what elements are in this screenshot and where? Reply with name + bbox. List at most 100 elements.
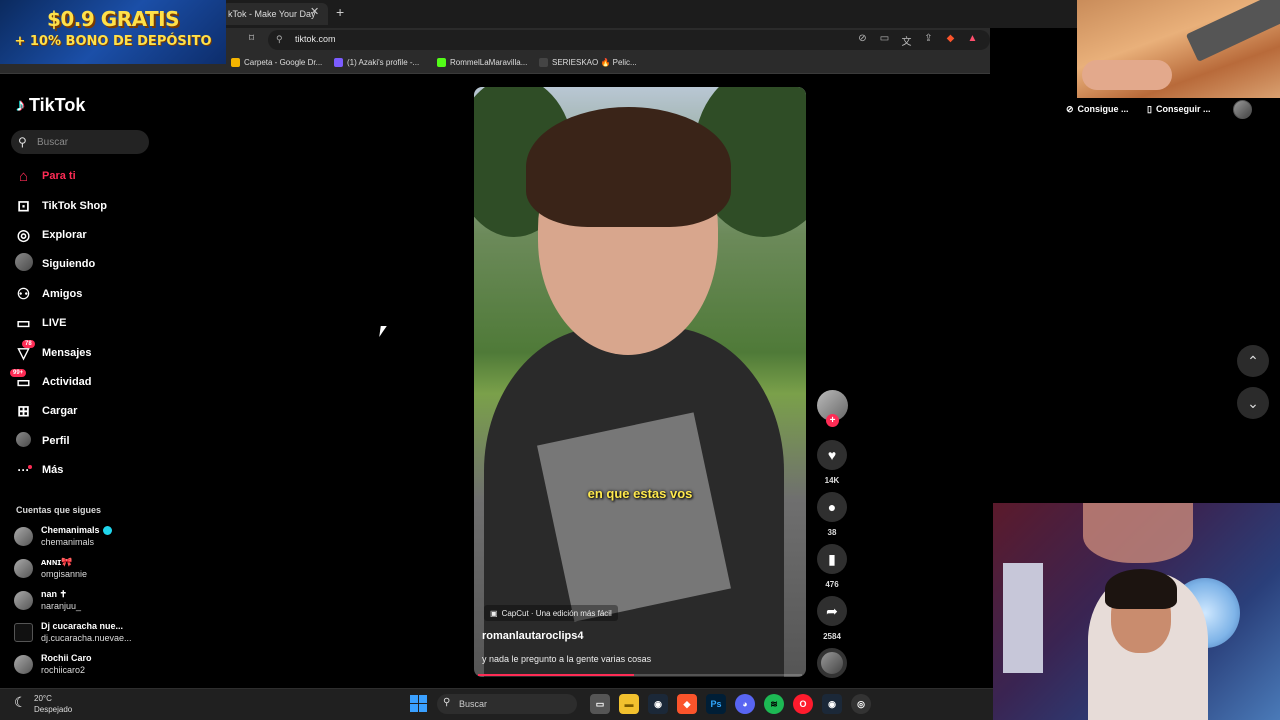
site-info-icon[interactable]: ⚲: [276, 34, 283, 45]
bookmark-item[interactable]: Carpeta - Google Dr...: [231, 58, 322, 67]
sidebar-item-cargar[interactable]: ⊞ Cargar: [14, 399, 154, 423]
sidebar-item-explorar[interactable]: ◎ Explorar: [14, 223, 154, 247]
mouse-cursor: [379, 326, 387, 337]
bookmark-favicon: [231, 58, 240, 67]
home-icon: ⌂: [18, 167, 29, 185]
obs-icon[interactable]: ◎: [851, 694, 871, 714]
task-view-icon[interactable]: ▭: [590, 694, 610, 714]
share-button[interactable]: ➦: [817, 596, 847, 626]
compass-icon: ◎: [16, 227, 31, 244]
following-account[interactable]: Chemanimals chemanimals: [14, 525, 154, 551]
previous-video-button[interactable]: ⌃: [1237, 345, 1269, 377]
file-explorer-icon[interactable]: ▬: [619, 694, 639, 714]
phone-icon: ▯: [1147, 103, 1152, 114]
brave-shield-icon[interactable]: ◆: [944, 33, 957, 48]
following-heading: Cuentas que sigues: [16, 505, 102, 515]
spotify-icon[interactable]: ≋: [764, 694, 784, 714]
sidebar-item-siguiendo[interactable]: Siguiendo: [14, 252, 154, 276]
bookmark-item[interactable]: SERIESKAO 🔥 Pelic...: [539, 58, 637, 67]
comment-button[interactable]: ●: [817, 492, 847, 522]
weather-desc[interactable]: Despejado: [34, 705, 72, 714]
shop-icon: ⊡: [17, 198, 30, 215]
get-app-button[interactable]: ▯ Conseguir ...: [1141, 98, 1216, 120]
more-icon: ···: [14, 463, 33, 477]
taskbar-search[interactable]: [437, 694, 577, 714]
brave-rewards-icon[interactable]: ▲: [966, 33, 979, 48]
video-description: y nada le pregunto a la gente varias cos…: [482, 654, 652, 664]
start-button[interactable]: [410, 695, 427, 712]
overlay-camera-top: [1077, 0, 1280, 98]
taskbar-apps: ▭ ▬ ◉ ◆ Ps ◕ ≋ O ◉ ◎: [590, 694, 871, 714]
share-icon[interactable]: ⇪: [922, 33, 935, 48]
capcut-icon: ▣: [490, 608, 498, 618]
promo-line-2: + 10% BONO DE DEPÓSITO: [14, 34, 212, 49]
search-icon: ⚲: [443, 697, 451, 708]
video-progress-bar[interactable]: [478, 674, 802, 676]
avatar: [14, 655, 33, 674]
verified-icon: [102, 526, 112, 536]
coin-icon: ⊘: [1066, 103, 1074, 114]
cast-icon[interactable]: ▭: [878, 33, 891, 48]
sidebar-item-tiktok-shop[interactable]: ⊡ TikTok Shop: [14, 194, 154, 218]
video-progress-fill: [478, 674, 634, 676]
video-player[interactable]: [474, 87, 806, 677]
weather-temp[interactable]: 20°C: [34, 694, 52, 703]
save-button[interactable]: ▮: [817, 544, 847, 574]
heart-icon: ♥: [827, 447, 837, 463]
bookmark-favicon: [334, 58, 343, 67]
next-video-button[interactable]: ⌄: [1237, 387, 1269, 419]
sidebar-item-actividad[interactable]: ▭ 99+ Actividad: [10, 369, 154, 394]
tab-close-icon[interactable]: ✕: [310, 5, 319, 18]
capcut-tag[interactable]: ▣ CapCut · Una edición más fácil: [484, 605, 618, 621]
messages-badge: 78: [22, 340, 35, 348]
bookmark-item[interactable]: (1) Azaki's profile -...: [334, 58, 419, 67]
sidebar-item-amigos[interactable]: ⚇ Amigos: [14, 282, 154, 306]
comment-count: 38: [827, 528, 837, 537]
search-input[interactable]: [11, 130, 149, 154]
chevron-up-icon: ⌃: [1247, 353, 1259, 369]
following-account[interactable]: Dj cucaracha nue... dj.cucaracha.nuevae.…: [14, 621, 154, 647]
user-avatar[interactable]: [1233, 100, 1252, 119]
sidebar-item-perfil[interactable]: Perfil: [14, 429, 154, 453]
logo-text: TikTok: [29, 95, 86, 115]
music-disc[interactable]: [817, 648, 847, 678]
sidebar-item-mensajes[interactable]: ▽ 78 Mensajes: [14, 340, 154, 365]
avatar: [14, 623, 33, 642]
discord-icon[interactable]: ◕: [735, 694, 755, 714]
tiktok-logo[interactable]: ♪ TikTok: [16, 95, 85, 116]
comment-icon: ●: [827, 499, 837, 515]
activity-icon: ▭ 99+: [10, 369, 33, 391]
url-text[interactable]: tiktok.com: [295, 34, 336, 44]
following-account[interactable]: nan ✝ naranjuu_: [14, 589, 154, 615]
bookmark-icon[interactable]: ⌑: [249, 33, 254, 44]
like-button[interactable]: ♥: [817, 440, 847, 470]
avatar: [14, 591, 33, 610]
photoshop-icon[interactable]: Ps: [706, 694, 726, 714]
reader-icon[interactable]: ⊘: [856, 33, 869, 48]
sidebar-item-para-ti[interactable]: ⌂ Para ti: [14, 164, 154, 188]
translate-icon[interactable]: 文: [900, 33, 913, 48]
sidebar-item-mas[interactable]: ··· Más: [14, 458, 154, 482]
follow-plus-icon[interactable]: +: [826, 414, 839, 427]
omnibox-actions: ⊘ ▭ 文 ⇪ ◆ ▲: [856, 33, 979, 48]
bookmark-item[interactable]: RommelLaMaravilla...: [437, 58, 527, 67]
profile-avatar: [16, 431, 31, 447]
get-coins-button[interactable]: ⊘ Consigue ...: [1060, 98, 1135, 120]
sidebar-item-live[interactable]: ▭ LIVE: [14, 311, 154, 335]
video-caption: en que estas vos: [587, 486, 693, 501]
share-count: 2584: [823, 632, 841, 641]
taskbar-search-text: Buscar: [459, 699, 488, 709]
steam-icon[interactable]: ◉: [648, 694, 668, 714]
upload-icon: ⊞: [17, 403, 30, 420]
bookmark-favicon: [437, 58, 446, 67]
steam-icon[interactable]: ◉: [822, 694, 842, 714]
opera-icon[interactable]: O: [793, 694, 813, 714]
following-account[interactable]: ᴀɴɴɪ🎀 omgisannie: [14, 557, 154, 583]
brave-icon[interactable]: ◆: [677, 694, 697, 714]
following-account[interactable]: Rochii Caro rochiicaro2: [14, 653, 154, 679]
chevron-down-icon: ⌄: [1247, 395, 1259, 411]
video-author[interactable]: romanlautaroclips4: [482, 630, 583, 642]
new-tab-button[interactable]: +: [336, 4, 344, 20]
overlay-webcam: [993, 503, 1280, 720]
weather-icon[interactable]: ☾: [14, 694, 27, 711]
